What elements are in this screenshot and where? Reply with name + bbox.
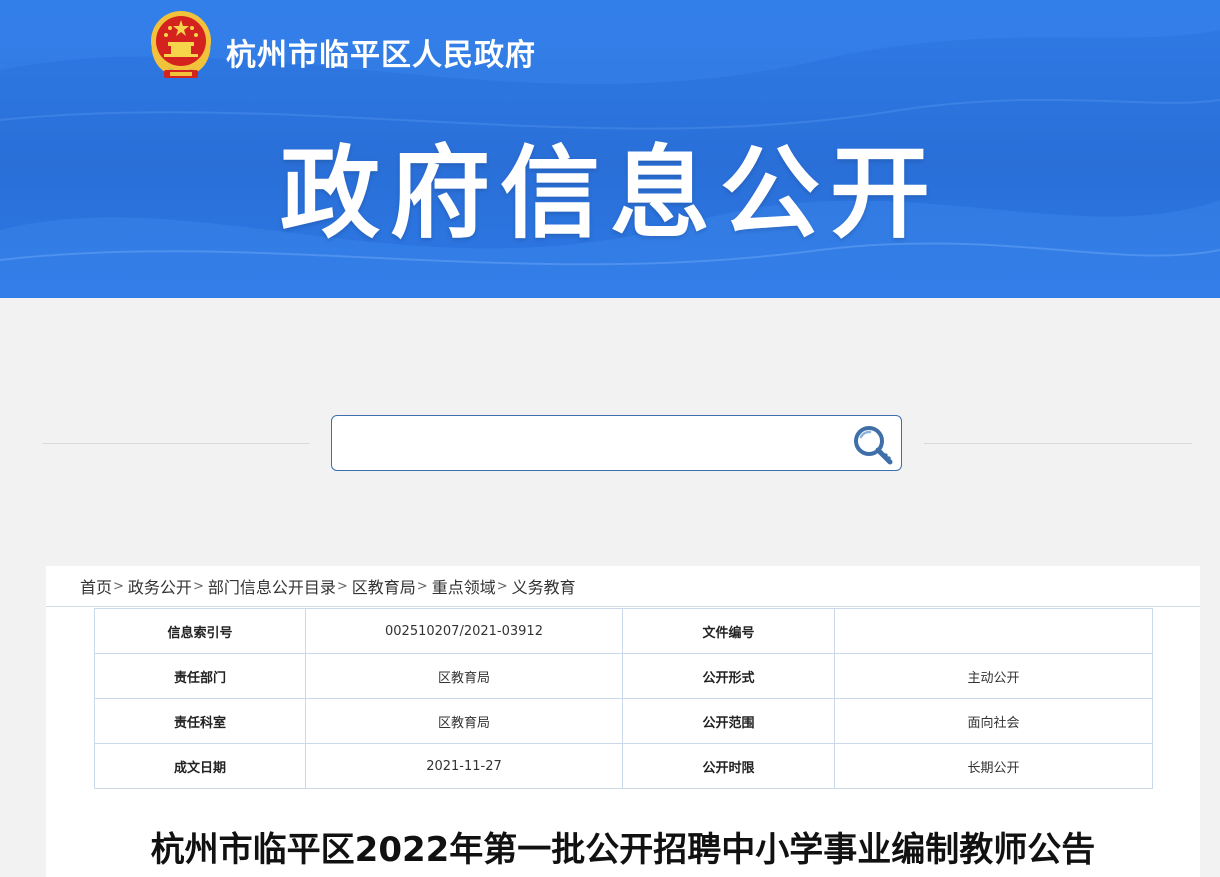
breadcrumb-divider [46,606,1200,607]
meta-value-creation-date: 2021-11-27 [305,743,623,789]
meta-value-responsible-office: 区教育局 [305,698,623,744]
table-row: 成文日期 2021-11-27 公开时限 长期公开 [94,743,1153,789]
search-divider-right [924,443,1192,444]
meta-value-responsible-department: 区教育局 [305,653,623,699]
meta-label-creation-date: 成文日期 [94,743,306,789]
meta-label-index-number: 信息索引号 [94,608,306,654]
meta-value-disclosure-form: 主动公开 [834,653,1153,699]
meta-label-disclosure-form: 公开形式 [622,653,835,699]
breadcrumb-separator: > [496,578,508,594]
content-panel: 首页 > 政务公开 > 部门信息公开目录 > 区教育局 > 重点领域 > 义务教… [46,566,1200,877]
meta-value-document-number [834,608,1153,654]
meta-label-document-number: 文件编号 [622,608,835,654]
breadcrumb-separator: > [336,578,348,594]
breadcrumb-government-affairs[interactable]: 政务公开 [128,574,192,598]
breadcrumb-compulsory-education[interactable]: 义务教育 [512,574,576,598]
breadcrumb-home[interactable]: 首页 [80,574,112,598]
breadcrumb-separator: > [416,578,428,594]
table-row: 信息索引号 002510207/2021-03912 文件编号 [94,608,1153,654]
breadcrumb-separator: > [113,578,124,594]
breadcrumb-key-areas[interactable]: 重点领域 [432,574,496,598]
meta-label-responsible-office: 责任科室 [94,698,306,744]
table-row: 责任部门 区教育局 公开形式 主动公开 [94,653,1153,699]
search-divider-left [42,443,310,444]
search-icon[interactable] [850,423,896,467]
meta-label-responsible-department: 责任部门 [94,653,306,699]
search-input[interactable] [342,426,842,460]
national-emblem-icon [151,11,211,78]
document-meta-table: 信息索引号 002510207/2021-03912 文件编号 责任部门 区教育… [94,608,1153,789]
breadcrumb-separator: > [192,578,204,594]
table-row: 责任科室 区教育局 公开范围 面向社会 [94,698,1153,744]
article-title: 杭州市临平区2022年第一批公开招聘中小学事业编制教师公告 [150,830,1096,870]
breadcrumb-education-bureau[interactable]: 区教育局 [352,574,416,598]
meta-value-disclosure-period: 长期公开 [834,743,1153,789]
meta-label-disclosure-scope: 公开范围 [622,698,835,744]
breadcrumb-department-catalog[interactable]: 部门信息公开目录 [208,574,336,598]
banner-title: 政府信息公开 [280,135,940,252]
site-name[interactable]: 杭州市临平区人民政府 [226,30,536,74]
meta-label-disclosure-period: 公开时限 [622,743,835,789]
breadcrumb: 首页 > 政务公开 > 部门信息公开目录 > 区教育局 > 重点领域 > 义务教… [80,574,576,598]
header-banner: 杭州市临平区人民政府 政府信息公开 [0,0,1220,298]
meta-value-index-number: 002510207/2021-03912 [305,608,623,654]
meta-value-disclosure-scope: 面向社会 [834,698,1153,744]
search-box [331,415,902,471]
